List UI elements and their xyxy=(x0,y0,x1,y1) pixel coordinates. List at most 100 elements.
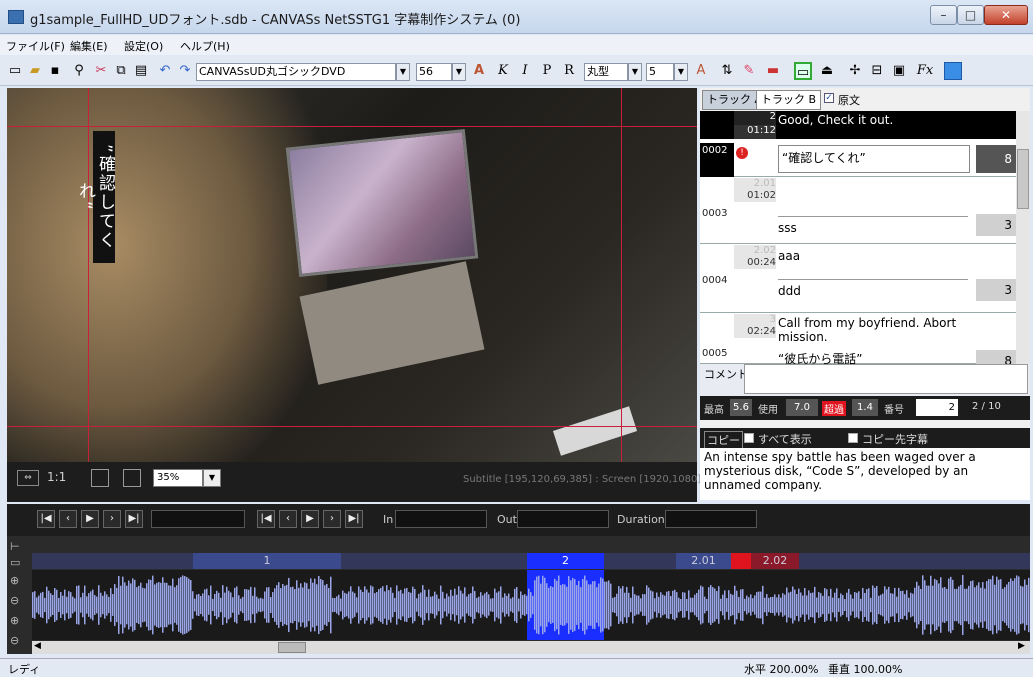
row-text-subtitle[interactable]: “確認してくれ” xyxy=(778,145,970,173)
next-icon[interactable]: › xyxy=(103,510,121,528)
duration-field[interactable] xyxy=(665,510,757,528)
size-dropdown-icon[interactable]: ▼ xyxy=(452,63,466,81)
last-icon[interactable]: ▶| xyxy=(125,510,143,528)
list-scrollbar[interactable] xyxy=(1016,111,1030,364)
zoom-select[interactable]: 35% xyxy=(153,469,203,487)
scroll-right-icon[interactable]: ▶ xyxy=(1018,641,1025,651)
menu-edit[interactable]: 編集(E) xyxy=(70,38,108,54)
show-all-checkbox[interactable] xyxy=(744,433,754,443)
status-vertical: 垂直 100.00% xyxy=(828,663,903,676)
timecode-field[interactable] xyxy=(151,510,245,528)
edge-select[interactable]: 5 xyxy=(646,63,674,81)
list-item[interactable]: 0004 2.02 00:24 aaa ddd 3 xyxy=(700,245,1016,313)
zoom-in-icon[interactable]: ⊕ xyxy=(10,574,19,587)
frame2-icon[interactable] xyxy=(123,469,141,487)
play-icon[interactable]: ▶ xyxy=(81,510,99,528)
undo-icon[interactable]: ↶ xyxy=(156,62,174,80)
font-size-select[interactable]: 56 xyxy=(416,63,452,81)
maximize-button[interactable]: □ xyxy=(957,5,984,25)
copy-dest-checkbox[interactable] xyxy=(848,433,858,443)
zoom-dropdown-icon[interactable]: ▼ xyxy=(203,469,221,487)
number-input[interactable]: 2 xyxy=(916,399,958,416)
redo-icon[interactable]: ↷ xyxy=(176,62,194,80)
row-count: 8 xyxy=(976,350,1016,364)
search-icon[interactable]: ⚲ xyxy=(70,62,88,80)
cut-icon[interactable]: ✂ xyxy=(92,62,110,80)
menu-help[interactable]: ヘルプ(H) xyxy=(180,38,230,54)
menu-file[interactable]: ファイル(F) xyxy=(6,38,65,54)
italic-button[interactable]: I xyxy=(516,62,534,80)
row-text-original[interactable]: aaa xyxy=(778,249,800,263)
reference-text[interactable]: An intense spy battle has been waged ove… xyxy=(700,448,1030,500)
eject-icon[interactable]: ⏏ xyxy=(818,62,836,80)
ruby-p-button[interactable]: P xyxy=(538,62,556,80)
seg-last-icon[interactable]: ▶| xyxy=(345,510,363,528)
timeline-scroll-thumb[interactable] xyxy=(278,642,306,653)
row-text-original[interactable]: Good, Check it out. xyxy=(778,113,893,127)
minimize-button[interactable]: – xyxy=(930,5,957,25)
copy-button[interactable]: コピー xyxy=(704,431,743,449)
color-icon[interactable]: A xyxy=(470,62,488,80)
close-button[interactable]: ✕ xyxy=(984,5,1028,25)
segment-2-02[interactable]: 2.02 xyxy=(751,553,799,569)
ruby-r-button[interactable]: R xyxy=(560,62,578,80)
comment-input[interactable] xyxy=(744,364,1028,394)
style-select[interactable]: 丸型 xyxy=(584,63,628,81)
style-dropdown-icon[interactable]: ▼ xyxy=(628,63,642,81)
row-text-subtitle[interactable]: ddd xyxy=(778,279,968,298)
split-icon[interactable]: ⊟ xyxy=(868,62,886,80)
row-text-subtitle[interactable]: sss xyxy=(778,216,968,235)
list-item[interactable]: 0003 2.01 01:02 sss 3 xyxy=(700,178,1016,244)
video-preview[interactable]: ”確認してくれ“ xyxy=(7,88,697,462)
new-file-icon[interactable]: ▭ xyxy=(6,62,24,80)
open-folder-icon[interactable]: ▰ xyxy=(26,62,44,80)
font-dropdown-icon[interactable]: ▼ xyxy=(396,63,410,81)
timeline-scrollbar[interactable]: ◀ ▶ xyxy=(32,641,1030,654)
italic-k-button[interactable]: K xyxy=(494,62,512,80)
fit-icon[interactable]: ⇔ xyxy=(17,470,39,486)
row-text-subtitle[interactable]: “彼氏から電話” xyxy=(778,350,968,364)
ratio-label[interactable]: 1:1 xyxy=(47,470,66,484)
row-text-original[interactable]: Call from my boyfriend. Abort mission. xyxy=(778,316,978,344)
brush-icon[interactable]: ✎ xyxy=(740,62,758,80)
prev-icon[interactable]: ‹ xyxy=(59,510,77,528)
list-item[interactable]: 0002 2 01:12 Good, Check it out. ! “確認して… xyxy=(700,111,1016,177)
vertical-icon[interactable]: ⇅ xyxy=(718,62,736,80)
edge-dropdown-icon[interactable]: ▼ xyxy=(674,63,688,81)
display-toggle-icon[interactable]: ▭ xyxy=(794,62,812,80)
segment-2[interactable]: 2 xyxy=(527,553,604,569)
frame-icon[interactable] xyxy=(91,469,109,487)
align-icon[interactable]: ✢ xyxy=(846,62,864,80)
pin-icon[interactable]: ⊢ xyxy=(10,540,20,553)
scroll-left-icon[interactable]: ◀ xyxy=(34,641,41,651)
zoom-out-icon[interactable]: ⊖ xyxy=(10,594,19,607)
line-icon[interactable]: ▬ xyxy=(764,62,782,80)
menu-settings[interactable]: 設定(O) xyxy=(124,38,163,54)
segment-2-01[interactable]: 2.01 xyxy=(676,553,731,569)
aw-icon[interactable]: ▣ xyxy=(890,62,908,80)
waveform[interactable] xyxy=(32,570,1030,640)
segment-1[interactable]: 1 xyxy=(193,553,341,569)
save-icon[interactable]: ▪ xyxy=(46,62,64,80)
panel-icon[interactable] xyxy=(944,62,962,80)
seg-first-icon[interactable]: |◀ xyxy=(257,510,275,528)
out-field[interactable] xyxy=(517,510,609,528)
tab-track-b[interactable]: トラック B xyxy=(756,90,822,110)
font-select[interactable]: CANVASsUD丸ゴシックDVD xyxy=(196,63,396,81)
fx-button[interactable]: Fx xyxy=(916,62,934,80)
list-item[interactable]: 0005 3 02:24 Call from my boyfriend. Abo… xyxy=(700,314,1016,364)
list-scroll-thumb[interactable] xyxy=(1017,149,1029,209)
first-icon[interactable]: |◀ xyxy=(37,510,55,528)
zoom-in2-icon[interactable]: ⊕ xyxy=(10,614,19,627)
edge-color-icon[interactable]: A xyxy=(692,62,710,80)
vertical-subtitle[interactable]: ”確認してくれ“ xyxy=(75,131,115,263)
seg-prev-icon[interactable]: ‹ xyxy=(279,510,297,528)
seg-next-icon[interactable]: › xyxy=(323,510,341,528)
seg-play-icon[interactable]: ▶ xyxy=(301,510,319,528)
copy-icon[interactable]: ⧉ xyxy=(112,62,130,80)
zoom-out2-icon[interactable]: ⊖ xyxy=(10,634,19,647)
track-icon[interactable]: ▭ xyxy=(10,556,20,569)
original-checkbox[interactable]: ✓ xyxy=(824,93,834,103)
paste-icon[interactable]: ▤ xyxy=(132,62,150,80)
in-field[interactable] xyxy=(395,510,487,528)
